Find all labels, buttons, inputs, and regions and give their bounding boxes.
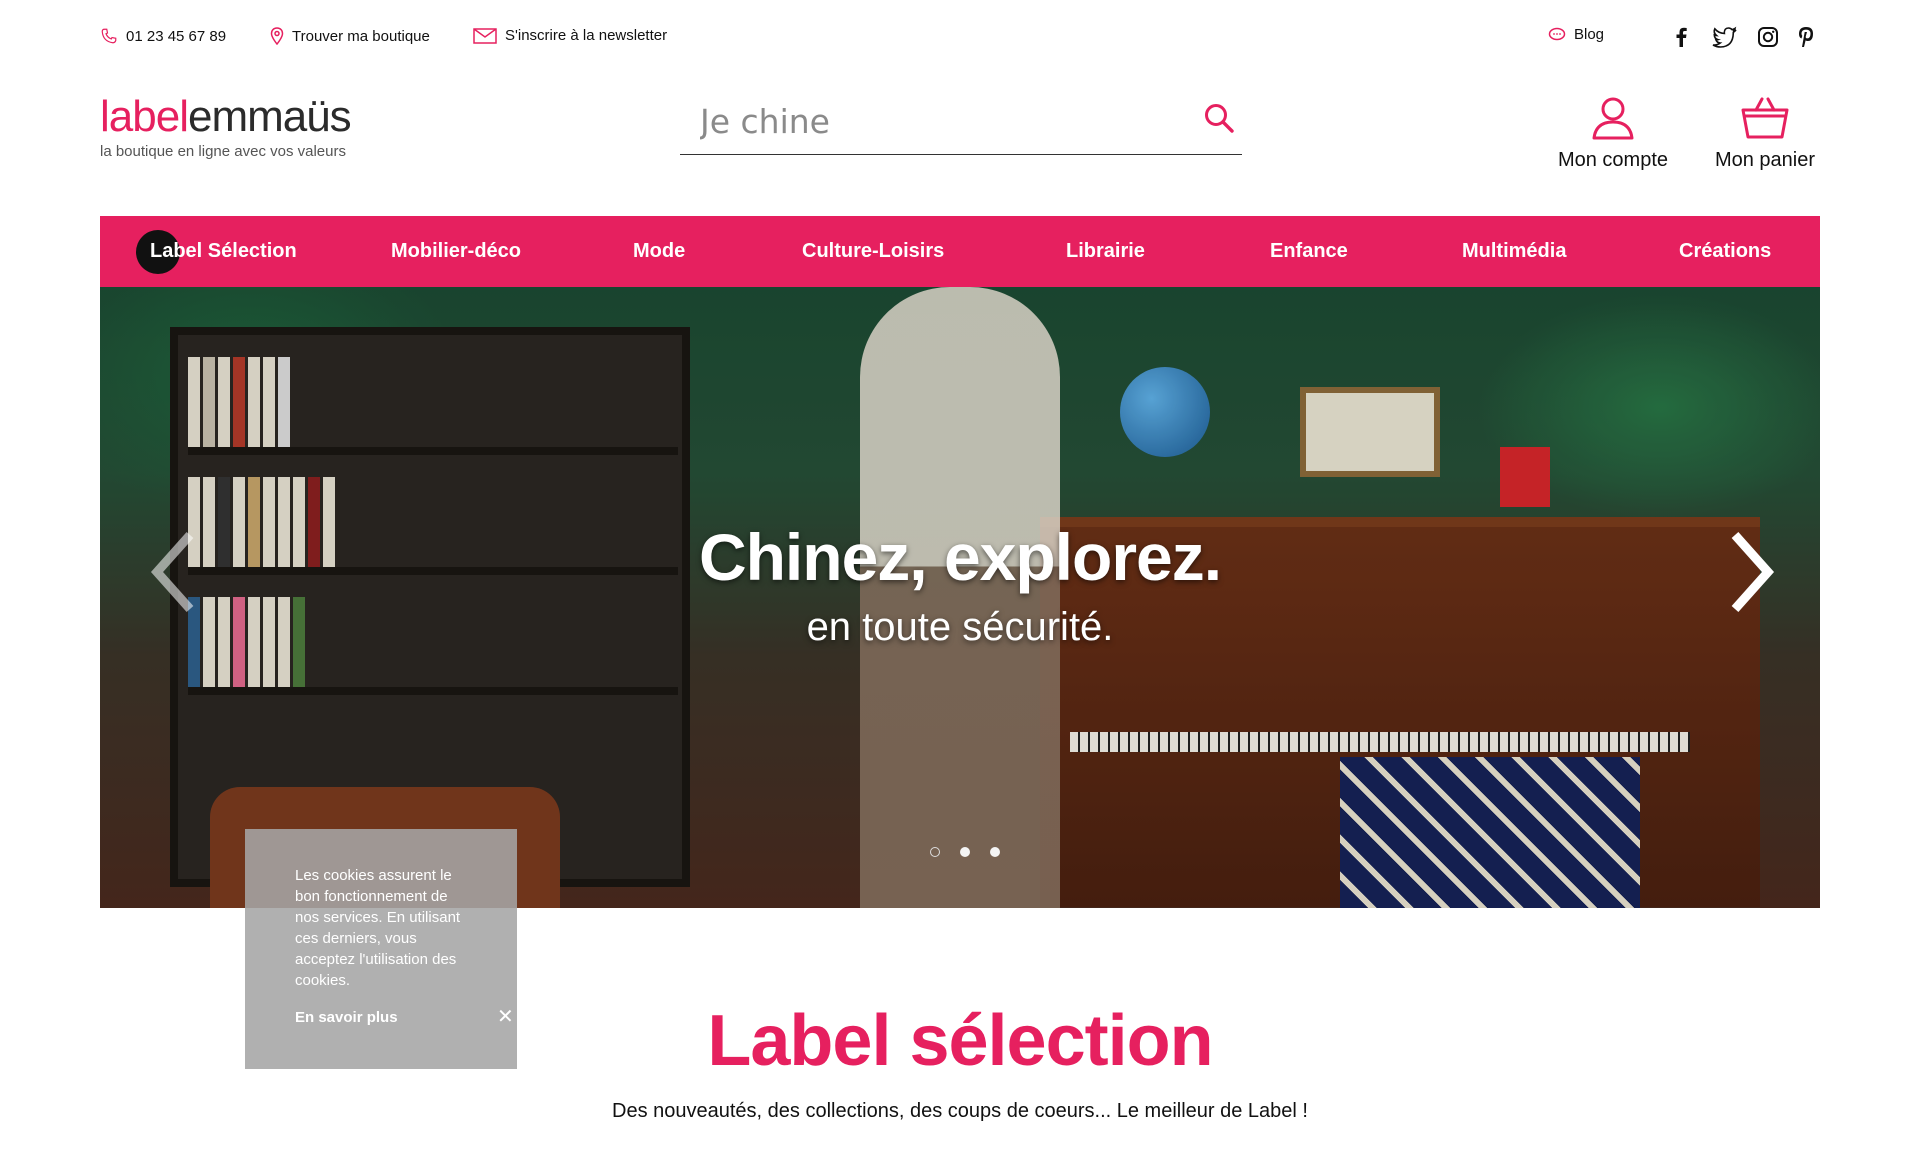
search-icon bbox=[1205, 104, 1234, 133]
search-bar bbox=[680, 95, 1242, 155]
instagram-icon[interactable] bbox=[1756, 25, 1780, 49]
newsletter-link[interactable]: S'inscrire à la newsletter bbox=[473, 27, 667, 44]
newsletter-label: S'inscrire à la newsletter bbox=[505, 27, 668, 44]
search-input[interactable] bbox=[700, 101, 1180, 141]
facebook-icon[interactable] bbox=[1672, 25, 1692, 49]
nav-item-creations[interactable]: Créations bbox=[1679, 216, 1771, 287]
speech-bubble-icon bbox=[1548, 27, 1566, 40]
cart-label: Mon panier bbox=[1714, 149, 1816, 171]
pinterest-icon[interactable] bbox=[1796, 25, 1816, 49]
nav-item-mode[interactable]: Mode bbox=[633, 216, 685, 287]
cookie-learn-more-link[interactable]: En savoir plus bbox=[295, 1009, 398, 1026]
phone-link[interactable]: 01 23 45 67 89 bbox=[100, 27, 226, 45]
slider-dot-1[interactable] bbox=[930, 847, 940, 857]
main-navigation: Label Sélection Mobilier-déco Mode Cultu… bbox=[100, 216, 1820, 287]
nav-item-culture-loisirs[interactable]: Culture-Loisirs bbox=[802, 216, 944, 287]
slider-dot-3[interactable] bbox=[990, 847, 1000, 857]
user-icon bbox=[1592, 97, 1634, 140]
section-subtitle: Des nouveautés, des collections, des cou… bbox=[612, 1100, 1308, 1122]
nav-item-label-selection[interactable]: Label Sélection bbox=[150, 216, 297, 287]
account-button[interactable]: Mon compte bbox=[1548, 96, 1678, 172]
logo-wordmark: labelemmaüs bbox=[100, 95, 400, 139]
store-locator-link[interactable]: Trouver ma boutique bbox=[270, 27, 430, 45]
location-pin-icon bbox=[270, 27, 284, 45]
top-utility-bar: 01 23 45 67 89 Trouver ma boutique S'ins… bbox=[0, 0, 1920, 75]
cookie-close-button[interactable]: ✕ bbox=[497, 1004, 514, 1029]
brand-logo[interactable]: labelemmaüs la boutique en ligne avec vo… bbox=[100, 95, 400, 170]
envelope-icon bbox=[473, 27, 497, 44]
store-locator-label: Trouver ma boutique bbox=[292, 27, 430, 45]
chevron-left-icon bbox=[150, 532, 194, 612]
phone-icon bbox=[101, 28, 117, 44]
hero-subline: en toute sécurité. bbox=[806, 605, 1114, 649]
hero-shade bbox=[100, 287, 1820, 908]
cookie-banner: Les cookies assurent le bon fonctionneme… bbox=[245, 829, 517, 1069]
slider-next-button[interactable] bbox=[1720, 527, 1780, 617]
nav-item-enfance[interactable]: Enfance bbox=[1270, 216, 1348, 287]
search-button[interactable] bbox=[1202, 101, 1242, 141]
account-label: Mon compte bbox=[1557, 149, 1669, 171]
cart-button[interactable]: Mon panier bbox=[1700, 96, 1830, 172]
slider-pagination bbox=[930, 847, 1020, 857]
blog-link[interactable]: Blog bbox=[1548, 26, 1604, 43]
logo-tagline: la boutique en ligne avec vos valeurs bbox=[100, 143, 346, 160]
logo-part-emmaus: emmaüs bbox=[187, 92, 352, 141]
nav-item-librairie[interactable]: Librairie bbox=[1066, 216, 1145, 287]
phone-number: 01 23 45 67 89 bbox=[126, 27, 227, 45]
social-links bbox=[1672, 25, 1816, 49]
slider-prev-button[interactable] bbox=[145, 527, 205, 617]
blog-label: Blog bbox=[1574, 26, 1605, 43]
cookie-text: Les cookies assurent le bon fonctionneme… bbox=[295, 867, 461, 989]
logo-part-label: label bbox=[100, 92, 189, 141]
slider-dot-2[interactable] bbox=[960, 847, 970, 857]
nav-item-multimedia[interactable]: Multimédia bbox=[1462, 216, 1566, 287]
hero-headline: Chinez, explorez. bbox=[698, 520, 1222, 594]
basket-icon bbox=[1741, 97, 1789, 139]
twitter-icon[interactable] bbox=[1712, 25, 1738, 49]
hero-slider: Chinez, explorez. en toute sécurité. bbox=[100, 287, 1820, 908]
chevron-right-icon bbox=[1731, 532, 1775, 612]
nav-item-mobilier-deco[interactable]: Mobilier-déco bbox=[391, 216, 521, 287]
